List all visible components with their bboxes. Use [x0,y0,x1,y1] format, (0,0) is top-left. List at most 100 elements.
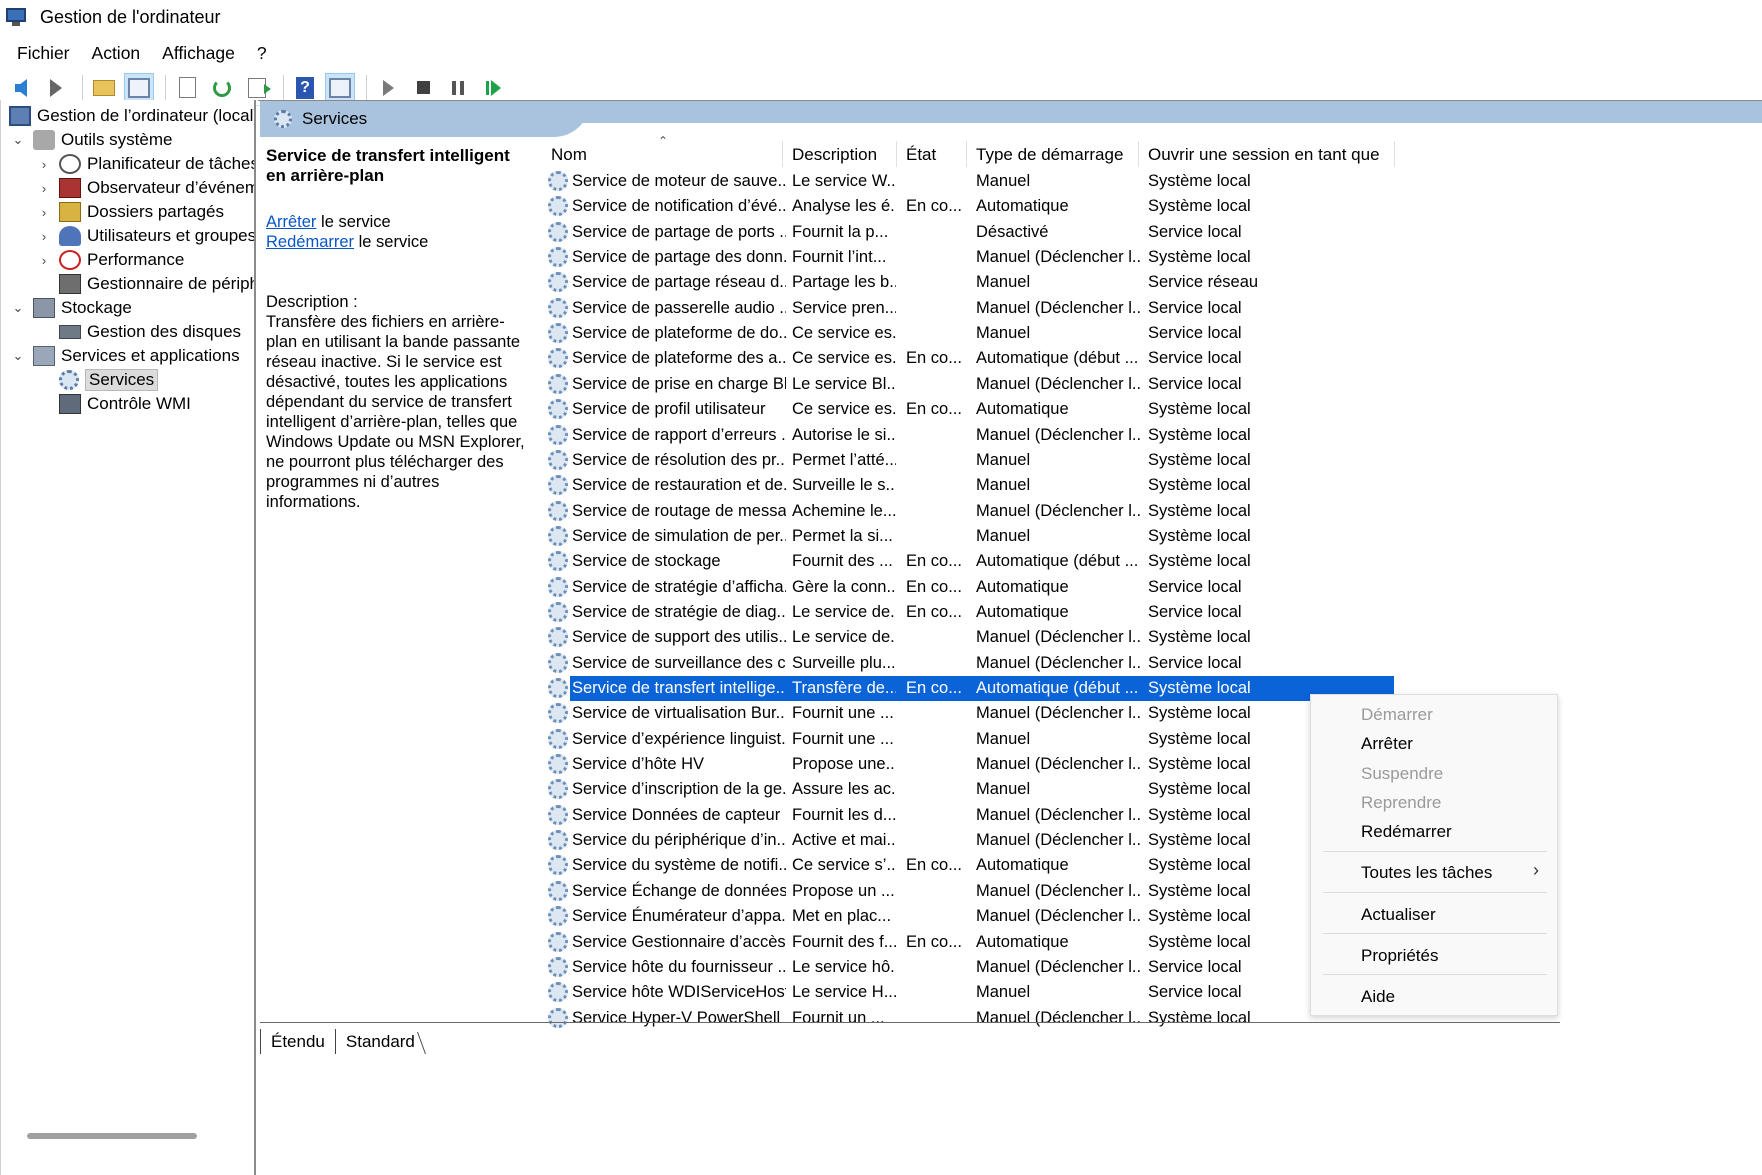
chevron-right-icon[interactable]: › [37,181,51,196]
tree-item-shared-folders[interactable]: › Dossiers partagés [37,200,224,224]
tree-item-local-users[interactable]: › Utilisateurs et groupes l [37,224,254,248]
table-row[interactable]: Service du système de notifi... Ce servic… [546,853,1394,878]
tree-item-disk-management[interactable]: Gestion des disques [59,320,241,344]
tree-item-device-manager[interactable]: Gestionnaire de périphé [59,272,254,296]
table-row[interactable]: Service de stratégie d’afficha... Gère la… [546,575,1394,600]
table-row[interactable]: Service de notification d’évé... Analyse … [546,194,1394,219]
restart-service-link[interactable]: Redémarrer [266,233,354,251]
table-row[interactable]: Service Échange de données... Propose un … [546,879,1394,904]
menu-file[interactable]: Fichier [6,43,81,64]
service-state [906,169,966,194]
service-name: Service hôte du fournisseur ... [572,957,786,976]
context-stop[interactable]: Arrêter [1361,731,1413,757]
chevron-down-icon[interactable]: ⌄ [11,132,25,148]
gear-icon [548,906,568,927]
table-row[interactable]: Service de plateforme des a... Ce service… [546,346,1394,371]
horizontal-scrollbar[interactable] [27,1133,197,1139]
table-row[interactable]: Service hôte du fournisseur ... Le servic… [546,955,1394,980]
stop-service-button[interactable] [408,73,438,103]
table-row[interactable]: Service de support des utilis... Le servi… [546,625,1394,650]
service-logon: Système local [1148,476,1251,495]
tree-item-task-scheduler[interactable]: › Planificateur de tâches [37,152,254,176]
table-row[interactable]: Service de moteur de sauve... Le service … [546,169,1394,194]
service-description: Gère la conn... [792,577,896,596]
table-row[interactable]: Service de stockage Fournit des ... En co.… [546,549,1394,574]
table-row[interactable]: Service de prise en charge Bl... Le servi… [546,372,1394,397]
table-row[interactable]: Service de plateforme de do... Ce service… [546,321,1394,346]
table-row[interactable]: Service Données de capteur Fournit les d.… [546,803,1394,828]
tab-extended[interactable]: Étendu [260,1029,335,1054]
table-row[interactable]: Service du périphérique d’in... Active et… [546,828,1394,853]
extended-description-panel: Service de transfert intelligent en arri… [266,146,534,512]
table-row[interactable]: Service de profil utilisateur Ce service … [546,397,1394,422]
table-row[interactable]: Service d’inscription de la ge... Assure … [546,777,1394,802]
properties-button[interactable] [172,73,202,103]
menu-view[interactable]: Affichage [151,43,246,64]
table-row[interactable]: Service de simulation de per... Permet la… [546,524,1394,549]
forward-button[interactable] [41,73,71,103]
table-row[interactable]: Service de résolution des pr... Permet l’… [546,448,1394,473]
context-restart[interactable]: Redémarrer [1361,819,1452,845]
table-row[interactable]: Service d’expérience linguist... Fournit … [546,727,1394,752]
up-one-level-button[interactable] [89,73,119,103]
show-hide-console-tree-button[interactable] [124,72,154,103]
table-row[interactable]: Service de partage réseau d... Partage le… [546,270,1394,295]
restart-service-button[interactable] [478,73,508,103]
table-row[interactable]: Service de partage de ports ... Fournit l… [546,220,1394,245]
table-row[interactable]: Service de rapport d’erreurs ... Autorise… [546,423,1394,448]
chevron-down-icon[interactable]: ⌄ [11,300,25,316]
table-row[interactable]: Service Hyper-V PowerShell ... Fournit un… [546,1006,1394,1031]
context-pause[interactable]: Suspendre [1361,761,1443,787]
table-row[interactable]: Service Énumérateur d’appa... Met en plac… [546,904,1394,929]
table-row[interactable]: Service d’hôte HV Propose une... Manuel (D… [546,752,1394,777]
table-row[interactable]: Service de passerelle audio ... Service p… [546,296,1394,321]
table-row[interactable]: Service Gestionnaire d’accès ... Fournit … [546,930,1394,955]
context-start[interactable]: Démarrer [1361,702,1433,728]
table-row[interactable]: Service de surveillance des c... Surveill… [546,651,1394,676]
export-list-button[interactable] [242,73,272,103]
table-row[interactable]: Service hôte WDIServiceHost Le service H.… [546,980,1394,1005]
tree-item-system-tools[interactable]: ⌄ Outils système [11,128,172,152]
column-header-startup-type[interactable]: Type de démarrage [976,141,1123,169]
table-row[interactable]: Service de restauration et de... Surveill… [546,473,1394,498]
column-header-state[interactable]: État [906,141,936,169]
context-help[interactable]: Aide [1361,984,1395,1010]
tree-item-root[interactable]: Gestion de l’ordinateur (local) [9,104,254,128]
help-button[interactable]: ? [290,73,320,103]
table-row[interactable]: Service de virtualisation Bur... Fournit … [546,701,1394,726]
chevron-right-icon[interactable]: › [37,229,51,244]
refresh-button[interactable] [207,73,237,103]
chevron-right-icon[interactable]: › [37,205,51,220]
context-properties[interactable]: Propriétés [1361,943,1438,969]
column-header-name[interactable]: Nom [551,141,587,169]
context-resume[interactable]: Reprendre [1361,790,1441,816]
show-hide-action-pane-button[interactable] [325,72,355,103]
tree-item-storage[interactable]: ⌄ Stockage [11,296,132,320]
column-header-logon[interactable]: Ouvrir une session en tant que [1148,141,1380,169]
chevron-down-icon[interactable]: ⌄ [11,348,25,364]
stop-service-link[interactable]: Arrêter [266,213,316,231]
tree-item-event-viewer[interactable]: › Observateur d’événeme [37,176,254,200]
context-refresh[interactable]: Actualiser [1361,902,1436,928]
back-button[interactable] [6,73,36,103]
tree-item-wmi[interactable]: Contrôle WMI [59,392,191,416]
start-service-button[interactable] [373,73,403,103]
service-name: Service d’hôte HV [572,755,705,774]
table-row[interactable]: Service de stratégie de diag... Le servic… [546,600,1394,625]
pause-service-button[interactable] [443,73,473,103]
menu-help[interactable]: ? [246,43,278,64]
service-description: Partage les b... [792,273,896,292]
table-row[interactable]: Service de routage de messa... Achemine l… [546,499,1394,524]
menu-action[interactable]: Action [81,43,152,64]
table-row[interactable]: Service de partage des donn... Fournit l’… [546,245,1394,270]
column-header-description[interactable]: Description [792,141,877,169]
title-bar: Gestion de l'ordinateur [0,0,1762,34]
tree-item-services[interactable]: Services [59,368,159,392]
context-all-tasks[interactable]: Toutes les tâches [1361,860,1492,886]
tree-item-performance[interactable]: › Performance [37,248,184,272]
table-row[interactable]: Service de transfert intellige... Transfè… [546,676,1394,701]
chevron-right-icon[interactable]: › [37,157,51,172]
tree-item-services-apps[interactable]: ⌄ Services et applications [11,344,240,368]
tab-standard[interactable]: Standard [334,1029,425,1054]
chevron-right-icon[interactable]: › [37,253,51,268]
